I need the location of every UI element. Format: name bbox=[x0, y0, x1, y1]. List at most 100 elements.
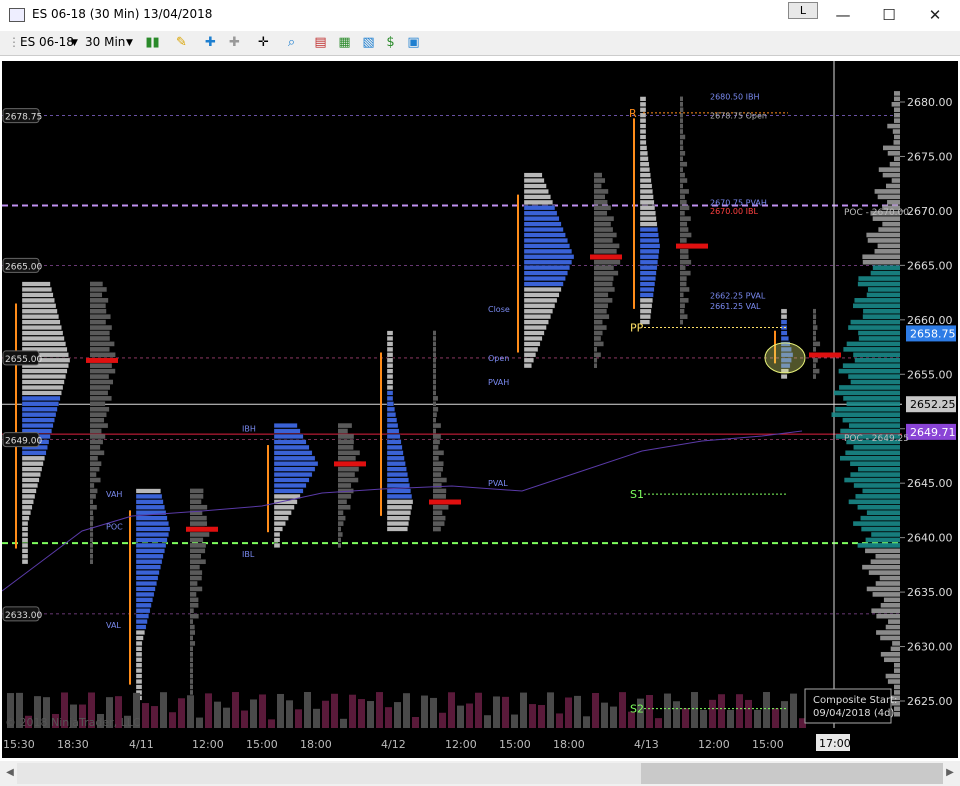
chart-canvas[interactable]: © 2018 NinjaTrader, LLC 2680.00 2675.00 267… bbox=[2, 61, 958, 758]
volume-bar bbox=[772, 708, 779, 728]
close-button[interactable]: ✕ bbox=[912, 0, 958, 31]
composite-profile-row bbox=[876, 630, 900, 635]
volume-profile-row bbox=[338, 455, 356, 461]
volume-profile-row bbox=[813, 341, 821, 347]
pencil-icon[interactable]: ✎ bbox=[173, 35, 190, 51]
volume-profile-row bbox=[594, 210, 608, 216]
composite-profile-row bbox=[872, 265, 900, 270]
volume-profile-row bbox=[680, 145, 684, 151]
volume-profile-row bbox=[190, 630, 196, 635]
volume-profile-row bbox=[338, 499, 347, 505]
interval-selector[interactable]: 30 Min bbox=[85, 35, 125, 49]
volume-profile-row bbox=[190, 602, 199, 608]
volume-profile-row bbox=[594, 183, 602, 189]
maximize-button[interactable]: ☐ bbox=[866, 0, 912, 31]
session-profile-row bbox=[135, 493, 163, 499]
horizontal-scrollbar[interactable]: ◀ ▶ bbox=[0, 761, 960, 786]
session-profile-row bbox=[523, 346, 539, 352]
zoom-icon[interactable]: ⌕ bbox=[283, 35, 300, 51]
volume-profile-row bbox=[90, 521, 93, 526]
add-indicator-icon[interactable]: ✚ bbox=[202, 35, 219, 51]
volume-bar bbox=[664, 693, 671, 728]
volume-profile-row bbox=[680, 265, 686, 270]
volume-profile-row bbox=[338, 483, 352, 488]
session-profile-row bbox=[523, 341, 541, 347]
volume-bar bbox=[718, 694, 725, 728]
bar-chart-icon[interactable]: ▮▮ bbox=[144, 35, 161, 51]
chevron-down-icon[interactable]: ▼ bbox=[71, 38, 78, 48]
session-profile-row bbox=[386, 385, 394, 390]
chevron-down-icon[interactable]: ▼ bbox=[126, 38, 133, 48]
composite-profile-row bbox=[875, 553, 900, 559]
scroll-left-icon[interactable]: ◀ bbox=[3, 765, 17, 781]
session-profile-row bbox=[386, 504, 413, 510]
layout-icon[interactable]: ▣ bbox=[405, 35, 422, 51]
volume-bar bbox=[349, 694, 356, 728]
volume-profile-row bbox=[433, 423, 441, 428]
session-profile-row bbox=[21, 341, 66, 347]
volume-bar bbox=[178, 698, 185, 728]
data-box-icon[interactable]: ▤ bbox=[312, 35, 329, 51]
composite-profile-row bbox=[878, 167, 900, 172]
volume-bar bbox=[457, 705, 464, 728]
link-button[interactable]: L bbox=[788, 2, 818, 19]
composite-profile-row bbox=[858, 276, 900, 281]
minimize-button[interactable]: — bbox=[820, 0, 866, 31]
volume-profile-row bbox=[90, 385, 111, 390]
composite-profile-row bbox=[862, 564, 900, 570]
strategy-icon[interactable]: ✚ bbox=[226, 35, 243, 51]
composite-profile-row bbox=[888, 619, 900, 624]
composite-profile-row bbox=[894, 134, 900, 140]
volume-profile-row bbox=[433, 347, 436, 352]
crosshair-icon[interactable]: ✛ bbox=[255, 35, 272, 51]
composite-profile-row bbox=[892, 641, 900, 646]
session-profile-row bbox=[135, 526, 171, 532]
volume-bar bbox=[196, 717, 203, 728]
volume-bar bbox=[403, 693, 410, 728]
composite-profile-row bbox=[867, 287, 900, 292]
scroll-thumb[interactable] bbox=[641, 763, 943, 784]
volume-profile-row bbox=[433, 417, 436, 423]
composite-profile-row bbox=[877, 243, 900, 249]
session-profile-row bbox=[386, 521, 409, 527]
volume-bar bbox=[610, 706, 617, 728]
session-profile-row bbox=[639, 101, 647, 107]
composite-profile-row bbox=[853, 303, 900, 309]
dollar-icon[interactable]: $ bbox=[382, 35, 399, 51]
session-profile-row bbox=[21, 395, 61, 401]
scroll-right-icon[interactable]: ▶ bbox=[943, 765, 957, 781]
volume-profile-row bbox=[190, 657, 193, 663]
volume-profile-row bbox=[190, 684, 193, 690]
session-profile-row bbox=[639, 286, 655, 292]
volume-bar bbox=[592, 693, 599, 728]
instrument-selector[interactable]: ES 06-18 bbox=[20, 35, 74, 49]
session-profile-row bbox=[21, 450, 47, 456]
market-profile-chart[interactable]: © 2018 NinjaTrader, LLC 2680.00 2675.00 267… bbox=[2, 61, 958, 758]
composite-profile-row bbox=[840, 428, 900, 434]
session-profile-row bbox=[386, 461, 406, 467]
chart-toolbar: ⋮ ES 06-18 ▼ 30 Min ▼ ▮▮ ✎ ✚ ✚ ✛ ⌕ ▤ ▦ ▧… bbox=[0, 31, 960, 56]
watermark-text: © 2018 NinjaTrader, LLC bbox=[5, 716, 141, 729]
time-axis-label: 18:00 bbox=[553, 738, 585, 751]
session-profile-row bbox=[523, 188, 549, 194]
composite-profile-row bbox=[882, 172, 900, 178]
composite-profile-row bbox=[882, 221, 900, 227]
volume-bar bbox=[493, 696, 500, 728]
volume-profile-row bbox=[90, 515, 94, 521]
session-profile-row bbox=[523, 363, 532, 369]
session-profile-row bbox=[639, 161, 650, 167]
price-axis-label: 2680.00 bbox=[907, 96, 953, 109]
chart-style-icon[interactable]: ▦ bbox=[336, 35, 353, 51]
session-profile-row bbox=[639, 145, 648, 151]
volume-profile-row bbox=[190, 662, 193, 668]
volume-profile-row bbox=[680, 134, 686, 140]
session-profile-row bbox=[273, 532, 281, 537]
price-badge-text: 2649.71 bbox=[910, 426, 956, 439]
properties-icon[interactable]: ▧ bbox=[360, 35, 377, 51]
volume-bar bbox=[205, 693, 212, 728]
composite-profile-row bbox=[854, 298, 900, 303]
session-profile-row bbox=[639, 303, 653, 309]
session-profile-row bbox=[21, 417, 55, 423]
time-axis-label: 15:00 bbox=[499, 738, 531, 751]
volume-profile-row bbox=[190, 619, 193, 624]
